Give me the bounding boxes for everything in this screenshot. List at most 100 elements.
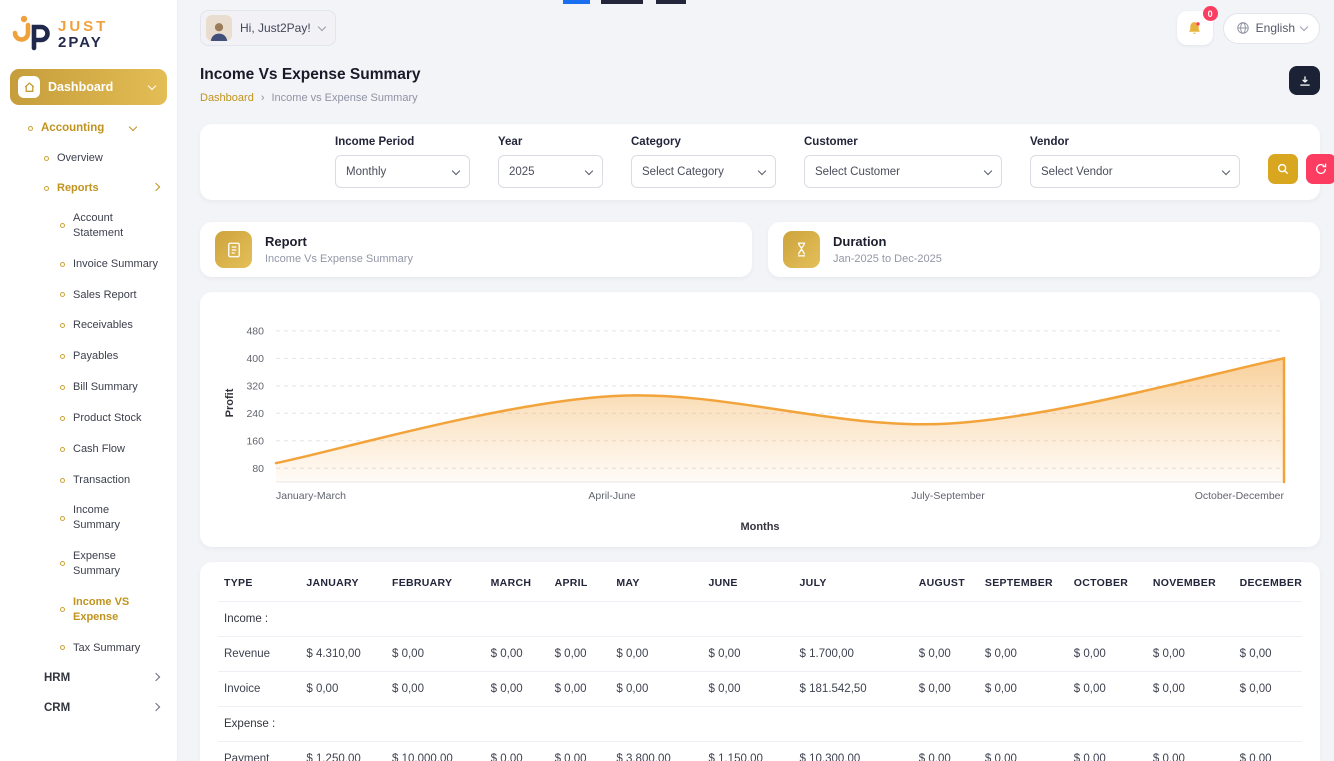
amount-cell: $ 10.000,00 [386, 742, 485, 761]
sidebar-item-income-vs-expense[interactable]: Income VS Expense [0, 587, 177, 633]
svg-text:160: 160 [246, 435, 264, 447]
sidebar-item-invoice-summary[interactable]: Invoice Summary [0, 249, 177, 280]
search-button[interactable] [1268, 154, 1298, 184]
user-avatar [206, 15, 232, 41]
logo-text-top: JUST [58, 19, 108, 35]
amount-cell: $ 0,00 [979, 637, 1068, 672]
bullet-icon [44, 186, 49, 191]
amount-cell: $ 0,00 [1234, 742, 1302, 761]
chevron-right-icon [152, 673, 160, 681]
sidebar-item-cash-flow[interactable]: Cash Flow [0, 434, 177, 465]
chevron-right-icon [152, 183, 160, 191]
category-select[interactable]: Select Category [631, 155, 776, 188]
sidebar-item-overview[interactable]: Overview [0, 143, 177, 173]
svg-text:320: 320 [246, 380, 264, 392]
customer-select[interactable]: Select Customer [804, 155, 1002, 188]
sidebar-item-bill-summary[interactable]: Bill Summary [0, 372, 177, 403]
column-header: JANUARY [300, 564, 386, 602]
sidebar-item-dashboard[interactable]: Dashboard [10, 69, 167, 105]
sidebar-item-tax-summary[interactable]: Tax Summary [0, 633, 177, 664]
table-row: Revenue$ 4.310,00$ 0,00$ 0,00$ 0,00$ 0,0… [218, 637, 1302, 672]
row-type-label: Revenue [218, 637, 300, 672]
profit-chart: 80160240320400480January-MarchApril-June… [220, 310, 1300, 515]
row-type-label: Payment [218, 742, 300, 761]
sidebar-nav: Accounting Overview Reports Account Stat… [0, 113, 177, 723]
refresh-icon [1314, 162, 1328, 176]
vendor-select[interactable]: Select Vendor [1030, 155, 1240, 188]
download-button[interactable] [1289, 66, 1320, 95]
notifications-button[interactable]: 0 [1177, 11, 1213, 45]
amount-cell: $ 0,00 [386, 637, 485, 672]
hourglass-icon [783, 231, 820, 268]
bell-icon [1186, 20, 1203, 37]
amount-cell: $ 10.300,00 [794, 742, 913, 761]
income-period-select[interactable]: Monthly [335, 155, 470, 188]
bullet-icon [60, 262, 65, 267]
chevron-down-icon [585, 166, 593, 174]
search-icon [1276, 162, 1290, 176]
amount-cell: $ 0,00 [913, 637, 979, 672]
logo-text-bottom: 2PAY [58, 35, 108, 51]
logo-emblem [12, 12, 52, 57]
browser-tab-artifact [656, 0, 686, 4]
column-header: AUGUST [913, 564, 979, 602]
sidebar-item-receivables[interactable]: Receivables [0, 310, 177, 341]
amount-cell: $ 0,00 [610, 637, 702, 672]
app-logo: JUST 2PAY [0, 10, 177, 67]
sidebar-item-product-stock[interactable]: Product Stock [0, 403, 177, 434]
amount-cell: $ 0,00 [549, 672, 611, 707]
table-body: Income :Revenue$ 4.310,00$ 0,00$ 0,00$ 0… [218, 602, 1302, 761]
reports-submenu: Account StatementInvoice SummarySales Re… [0, 203, 177, 663]
duration-card-subtitle: Jan-2025 to Dec-2025 [833, 253, 942, 265]
sidebar-item-payables[interactable]: Payables [0, 341, 177, 372]
sidebar-item-accounting[interactable]: Accounting [0, 113, 177, 143]
amount-cell: $ 0,00 [1068, 637, 1147, 672]
sidebar-item-reports[interactable]: Reports [0, 173, 177, 203]
svg-text:April-June: April-June [588, 490, 635, 502]
user-greeting: Hi, Just2Pay! [240, 21, 311, 35]
amount-cell: $ 0,00 [300, 672, 386, 707]
home-icon [18, 76, 40, 98]
income-period-label: Income Period [335, 136, 470, 148]
amount-cell: $ 0,00 [485, 672, 549, 707]
user-menu[interactable]: Hi, Just2Pay! [200, 10, 336, 46]
chevron-down-icon [129, 123, 137, 131]
category-label: Category [631, 136, 776, 148]
bullet-icon [60, 292, 65, 297]
download-icon [1298, 74, 1312, 88]
sidebar-item-account-statement[interactable]: Account Statement [0, 203, 177, 249]
bullet-icon [60, 645, 65, 650]
sidebar-item-hrm[interactable]: HRM [0, 663, 177, 693]
report-card-title: Report [265, 234, 413, 249]
section-label: Expense : [218, 707, 1302, 742]
amount-cell: $ 0,00 [485, 637, 549, 672]
amount-cell: $ 0,00 [703, 637, 794, 672]
amount-cell: $ 0,00 [1147, 742, 1234, 761]
svg-text:January-March: January-March [276, 490, 346, 502]
bullet-icon [60, 354, 65, 359]
sidebar-item-sales-report[interactable]: Sales Report [0, 280, 177, 311]
bullet-icon [60, 223, 65, 228]
amount-cell: $ 0,00 [1234, 637, 1302, 672]
sidebar-item-crm[interactable]: CRM [0, 693, 177, 723]
bullet-icon [60, 516, 65, 521]
svg-text:400: 400 [246, 353, 264, 365]
sidebar-item-expense-summary[interactable]: Expense Summary [0, 541, 177, 587]
column-header: SEPTEMBER [979, 564, 1068, 602]
amount-cell: $ 0,00 [1147, 672, 1234, 707]
svg-text:October-December: October-December [1195, 490, 1285, 502]
language-selector[interactable]: English [1223, 13, 1320, 44]
breadcrumb-dashboard-link[interactable]: Dashboard [200, 92, 254, 104]
table-row: Payment$ 1.250,00$ 10.000,00$ 0,00$ 0,00… [218, 742, 1302, 761]
reset-button[interactable] [1306, 154, 1334, 184]
chevron-right-icon [152, 703, 160, 711]
chevron-down-icon [1222, 166, 1230, 174]
sidebar-item-transaction[interactable]: Transaction [0, 465, 177, 496]
bullet-icon [60, 561, 65, 566]
column-header: MAY [610, 564, 702, 602]
duration-card: Duration Jan-2025 to Dec-2025 [768, 222, 1320, 277]
filter-bar: Income Period Monthly Year 2025 Category… [200, 124, 1320, 200]
year-select[interactable]: 2025 [498, 155, 603, 188]
sidebar-item-income-summary[interactable]: Income Summary [0, 495, 177, 541]
amount-cell: $ 0,00 [549, 742, 611, 761]
